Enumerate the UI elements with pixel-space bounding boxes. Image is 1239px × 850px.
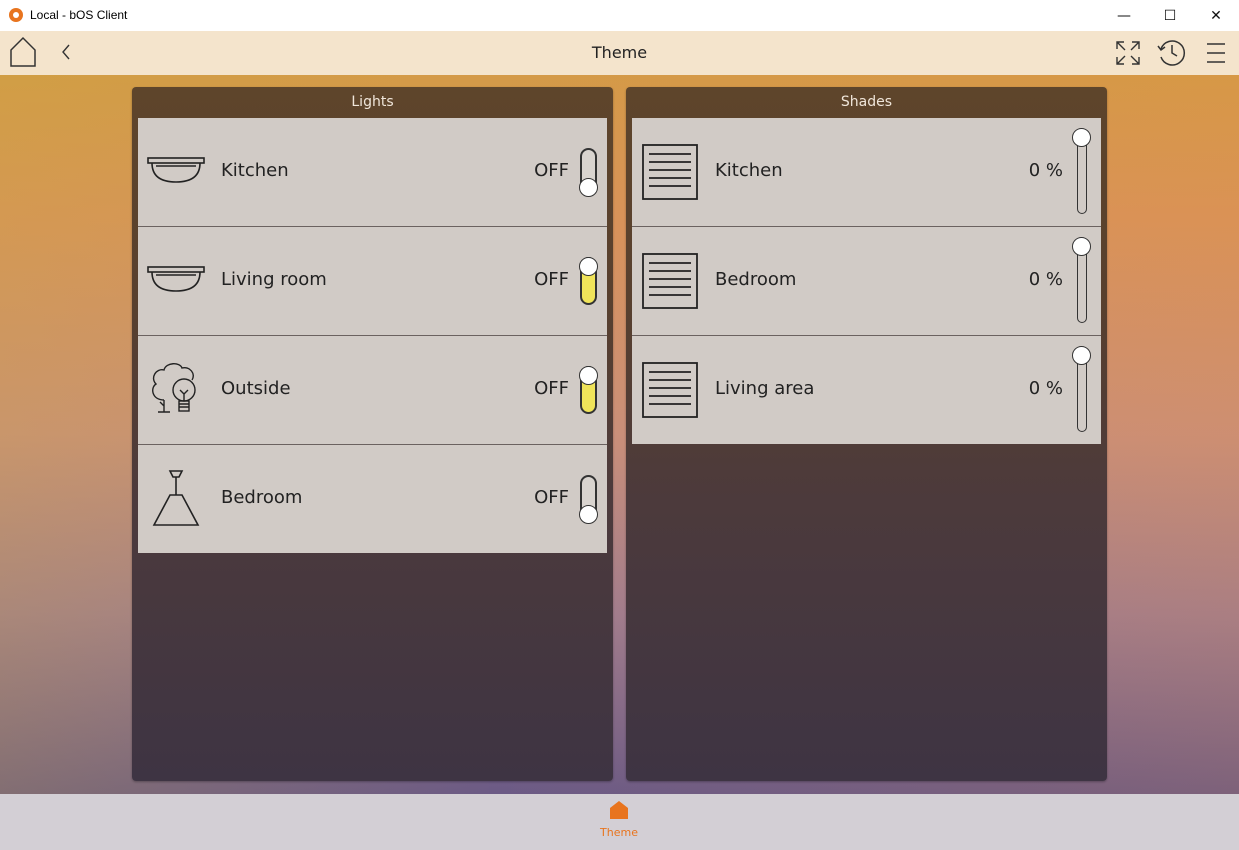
tree-bulb-icon xyxy=(148,360,204,422)
ceiling-light-icon xyxy=(146,265,206,299)
window-titlebar: Local - bOS Client — ☐ ✕ xyxy=(0,0,1239,32)
toggle-knob xyxy=(579,257,598,276)
shade-slider[interactable] xyxy=(1072,346,1091,432)
bottom-nav: Theme xyxy=(0,794,1239,850)
pendant-lamp-icon xyxy=(150,469,202,533)
shade-value: 0 % xyxy=(1028,160,1063,181)
shade-slider[interactable] xyxy=(1072,128,1091,214)
light-label: Bedroom xyxy=(221,487,303,508)
menu-icon[interactable] xyxy=(1206,42,1226,68)
toggle-knob xyxy=(579,178,598,197)
light-state: OFF xyxy=(534,269,569,290)
light-state: OFF xyxy=(534,378,569,399)
shade-row-living-area[interactable]: Living area 0 % xyxy=(632,336,1101,444)
lights-panel-header: Lights xyxy=(351,94,394,110)
bottom-tab-label: Theme xyxy=(600,826,638,839)
minimize-button[interactable]: — xyxy=(1101,0,1147,31)
toggle-knob xyxy=(579,505,598,524)
light-label: Kitchen xyxy=(221,160,289,181)
app-logo-icon xyxy=(9,8,23,22)
light-toggle[interactable] xyxy=(579,366,598,414)
shade-label: Kitchen xyxy=(715,160,783,181)
light-row-outside[interactable]: Outside OFF xyxy=(138,336,607,445)
slider-thumb[interactable] xyxy=(1072,346,1091,365)
close-button[interactable]: ✕ xyxy=(1193,0,1239,31)
maximize-button[interactable]: ☐ xyxy=(1147,0,1193,31)
history-clock-icon[interactable] xyxy=(1156,37,1188,73)
light-label: Living room xyxy=(221,269,327,290)
light-toggle[interactable] xyxy=(579,148,598,197)
light-state: OFF xyxy=(534,487,569,508)
light-row-bedroom[interactable]: Bedroom OFF xyxy=(138,445,607,553)
light-state: OFF xyxy=(534,160,569,181)
bottom-tab-theme[interactable]: Theme xyxy=(589,800,649,846)
toggle-knob xyxy=(579,366,598,385)
shade-icon xyxy=(642,144,698,204)
shade-label: Living area xyxy=(715,378,815,399)
light-toggle[interactable] xyxy=(579,475,598,524)
fullscreen-icon[interactable] xyxy=(1115,40,1141,70)
ceiling-light-icon xyxy=(146,156,206,190)
shade-icon xyxy=(642,362,698,422)
home-filled-icon xyxy=(610,801,628,819)
slider-thumb[interactable] xyxy=(1072,237,1091,256)
window-title: Local - bOS Client xyxy=(30,8,128,22)
shade-value: 0 % xyxy=(1028,269,1063,290)
light-row-kitchen[interactable]: Kitchen OFF xyxy=(138,118,607,227)
light-row-living-room[interactable]: Living room OFF xyxy=(138,227,607,336)
shade-row-kitchen[interactable]: Kitchen 0 % xyxy=(632,118,1101,227)
shades-panel-header: Shades xyxy=(840,94,893,110)
light-toggle[interactable] xyxy=(579,257,598,305)
shade-icon xyxy=(642,253,698,313)
lights-panel: Lights Kitchen OFF Living room OFF Outsi… xyxy=(132,87,613,781)
app-toolbar: Theme xyxy=(0,31,1239,75)
slider-thumb[interactable] xyxy=(1072,128,1091,147)
shade-label: Bedroom xyxy=(715,269,797,290)
light-label: Outside xyxy=(221,378,291,399)
page-title: Theme xyxy=(591,43,648,62)
shade-slider[interactable] xyxy=(1072,237,1091,323)
main-area: Lights Kitchen OFF Living room OFF Outsi… xyxy=(0,75,1239,794)
shade-value: 0 % xyxy=(1028,378,1063,399)
shades-panel: Shades Kitchen 0 % Bedroom 0 % Living ar… xyxy=(626,87,1107,781)
shade-row-bedroom[interactable]: Bedroom 0 % xyxy=(632,227,1101,336)
